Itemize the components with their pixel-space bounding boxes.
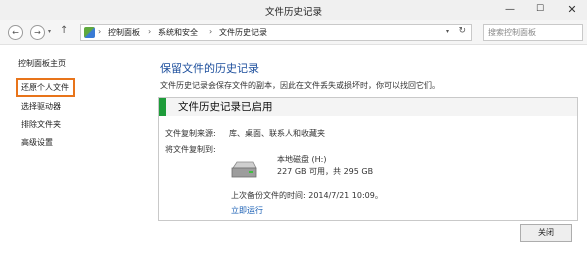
run-now-link[interactable]: 立即运行 — [231, 205, 263, 216]
source-value: 库、桌面、联系人和收藏夹 — [229, 129, 325, 138]
breadcrumb-file-history[interactable]: 文件历史记录 — [219, 27, 267, 38]
drive-name: 本地磁盘 (H:) — [277, 155, 327, 164]
sidebar-item-restore-personal-files[interactable]: 还原个人文件 — [16, 78, 75, 97]
breadcrumb-separator[interactable]: › — [209, 27, 212, 36]
close-window-button[interactable]: ✕ — [559, 0, 585, 19]
minimize-button[interactable]: — — [497, 0, 523, 19]
source-label: 文件复制来源: — [165, 129, 216, 138]
status-title: 文件历史记录已启用 — [178, 101, 273, 113]
title-bar: 文件历史记录 — ☐ ✕ — [0, 0, 587, 20]
forward-button[interactable]: → — [30, 25, 45, 40]
page-description: 文件历史记录会保存文件的副本，因此在文件丢失或损坏时，你可以找回它们。 — [160, 81, 440, 90]
navigation-bar: ← → ▾ ↑ › 控制面板 › 系统和安全 › 文件历史记录 ▾ ↻ 搜索控制… — [0, 20, 587, 45]
close-button[interactable]: 关闭 — [520, 224, 572, 242]
sidebar-item-control-panel-home[interactable]: 控制面板主页 — [18, 58, 66, 69]
page-heading: 保留文件的历史记录 — [160, 62, 259, 75]
sidebar-item-exclude-folders[interactable]: 排除文件夹 — [21, 119, 61, 130]
search-placeholder: 搜索控制面板 — [488, 28, 536, 37]
sidebar: 控制面板主页 还原个人文件 选择驱动器 排除文件夹 高级设置 — [0, 45, 140, 253]
search-box[interactable]: 搜索控制面板 — [483, 24, 583, 41]
breadcrumb-control-panel[interactable]: 控制面板 — [108, 27, 140, 38]
back-button[interactable]: ← — [8, 25, 23, 40]
control-panel-icon — [84, 27, 95, 38]
sidebar-item-advanced-settings[interactable]: 高级设置 — [21, 137, 53, 148]
recent-locations-dropdown[interactable]: ▾ — [48, 28, 51, 35]
status-header: 文件历史记录已启用 — [159, 98, 577, 116]
destination-label: 将文件复制到: — [165, 145, 216, 154]
breadcrumb-system-security[interactable]: 系统和安全 — [158, 27, 198, 38]
status-panel: 文件历史记录已启用 文件复制来源: 库、桌面、联系人和收藏夹 将文件复制到: 本… — [158, 97, 578, 221]
status-indicator — [159, 98, 166, 116]
main-content: 保留文件的历史记录 文件历史记录会保存文件的副本，因此在文件丢失或损坏时，你可以… — [158, 45, 578, 253]
last-backup-text: 上次备份文件的时间: 2014/7/21 10:09。 — [231, 191, 383, 200]
address-dropdown-icon[interactable]: ▾ — [446, 28, 449, 35]
drive-icon — [231, 161, 257, 178]
maximize-button[interactable]: ☐ — [527, 0, 553, 19]
up-button[interactable]: ↑ — [60, 25, 68, 36]
address-bar[interactable]: › 控制面板 › 系统和安全 › 文件历史记录 ▾ ↻ — [80, 24, 472, 41]
refresh-icon[interactable]: ↻ — [458, 26, 466, 36]
drive-capacity: 227 GB 可用，共 295 GB — [277, 167, 374, 176]
sidebar-item-select-drive[interactable]: 选择驱动器 — [21, 101, 61, 112]
breadcrumb-separator[interactable]: › — [98, 27, 101, 36]
breadcrumb-separator[interactable]: › — [148, 27, 151, 36]
